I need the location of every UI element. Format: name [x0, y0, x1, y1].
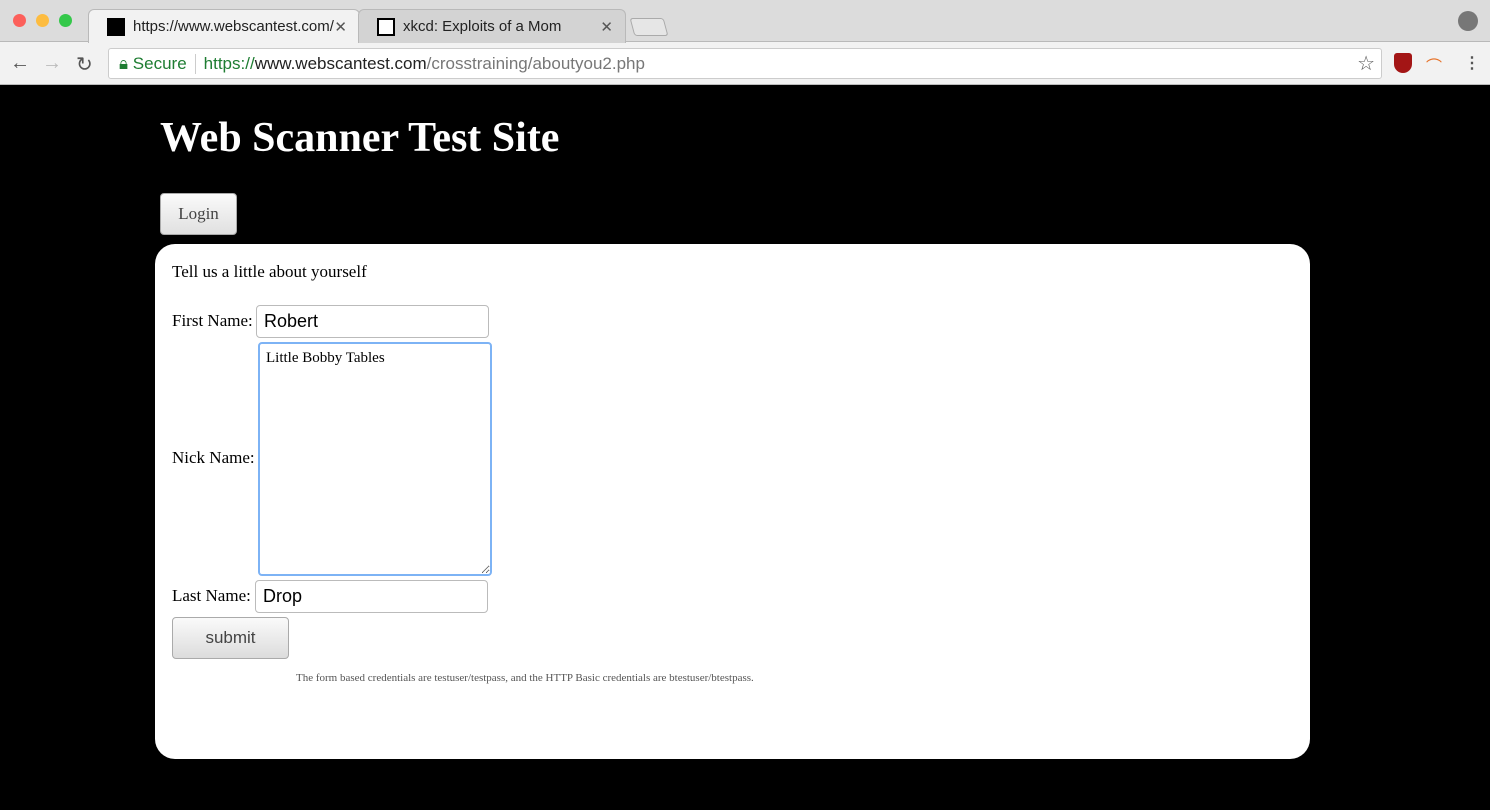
extension-arc-icon[interactable]: ⌒ [1426, 53, 1442, 77]
back-icon[interactable]: ← [10, 52, 30, 75]
close-tab-icon[interactable]: ✕ [334, 18, 347, 36]
first-name-label: First Name: [172, 311, 253, 330]
url-path: /crosstraining/aboutyou2.php [426, 53, 645, 73]
secure-label: Secure [132, 53, 187, 73]
tab-xkcd[interactable]: xkcd: Exploits of a Mom ✕ [358, 9, 626, 43]
page-content: Web Scanner Test Site Login Tell us a li… [0, 86, 1490, 810]
new-tab-button[interactable] [629, 18, 669, 36]
form-intro: Tell us a little about yourself [172, 262, 367, 281]
forward-icon[interactable]: → [42, 52, 62, 75]
reload-icon[interactable]: ↻ [76, 52, 93, 77]
last-name-input[interactable] [255, 580, 488, 613]
favicon-icon [107, 17, 125, 36]
url-host: www.webscantest.com [254, 53, 427, 73]
submit-button[interactable]: submit [172, 617, 289, 659]
credentials-note: The form based credentials are testuser/… [296, 672, 754, 684]
about-you-form: Tell us a little about yourself First Na… [155, 244, 1310, 759]
url-scheme: https:// [203, 53, 255, 73]
nick-name-textarea[interactable]: Little Bobby Tables [258, 342, 492, 576]
maximize-window-button[interactable] [59, 14, 72, 27]
address-bar[interactable]: 🔒︎ Secure https://www.webscantest.com/cr… [108, 48, 1382, 79]
xkcd-favicon-icon [377, 17, 395, 36]
tab-strip: https://www.webscantest.com/ ✕ xkcd: Exp… [0, 0, 1490, 43]
ublock-extension-icon[interactable] [1394, 53, 1412, 73]
site-title: Web Scanner Test Site [160, 115, 560, 161]
login-button[interactable]: Login [160, 193, 237, 235]
first-name-input[interactable] [256, 305, 489, 338]
last-name-label: Last Name: [172, 586, 251, 605]
close-tab-icon[interactable]: ✕ [600, 18, 613, 36]
tab-title: https://www.webscantest.com/ [133, 18, 334, 35]
secure-indicator[interactable]: 🔒︎ Secure [119, 53, 196, 74]
minimize-window-button[interactable] [36, 14, 49, 27]
tab-webscantest[interactable]: https://www.webscantest.com/ ✕ [88, 9, 360, 43]
lock-icon: 🔒︎ [119, 53, 129, 73]
menu-icon[interactable]: ⋮ [1464, 53, 1480, 73]
bookmark-star-icon[interactable]: ☆ [1357, 51, 1375, 76]
close-window-button[interactable] [13, 14, 26, 27]
profile-icon[interactable] [1458, 11, 1478, 31]
nick-name-label: Nick Name: [172, 448, 255, 467]
tab-title: xkcd: Exploits of a Mom [403, 18, 562, 35]
browser-chrome: https://www.webscantest.com/ ✕ xkcd: Exp… [0, 0, 1490, 85]
